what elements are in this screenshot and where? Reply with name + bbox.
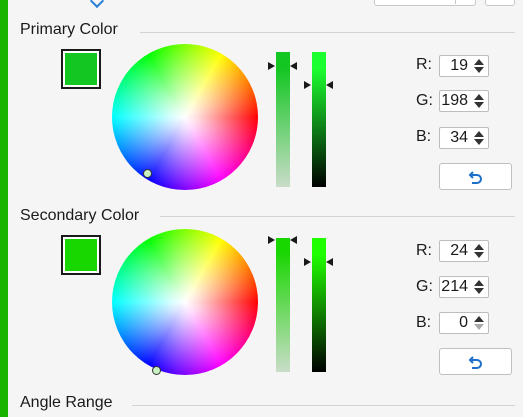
secondary-saturation-marker-left[interactable]	[268, 236, 275, 244]
section-divider	[140, 32, 515, 33]
section-title-primary: Primary Color	[20, 21, 118, 38]
secondary-r-value[interactable]: 24	[450, 242, 468, 260]
secondary-b-input[interactable]: 0	[439, 312, 489, 334]
primary-color-swatch[interactable]	[61, 49, 101, 89]
spin-down-icon[interactable]	[474, 139, 484, 145]
spin-up-icon[interactable]	[474, 59, 484, 65]
spin-down-icon[interactable]	[474, 67, 484, 73]
spin-down-icon[interactable]	[474, 252, 484, 258]
secondary-g-value[interactable]: 214	[441, 278, 468, 296]
secondary-brightness-marker-left[interactable]	[304, 258, 311, 266]
top-button[interactable]	[485, 0, 515, 6]
secondary-b-value[interactable]: 0	[459, 314, 468, 332]
secondary-saturation-slider[interactable]	[276, 238, 290, 372]
primary-reset-button[interactable]	[439, 163, 512, 190]
secondary-g-input[interactable]: 214	[439, 276, 489, 298]
primary-color-wheel[interactable]	[112, 44, 258, 190]
primary-wheel-handle[interactable]	[143, 169, 152, 178]
secondary-swatch-fill	[65, 239, 97, 271]
secondary-reset-button[interactable]	[439, 348, 512, 375]
left-accent-strip	[0, 0, 8, 417]
spin-up-icon[interactable]	[474, 280, 484, 286]
section-title-angle-range: Angle Range	[20, 394, 113, 411]
secondary-r-label: R:	[416, 242, 432, 259]
spin-down-icon[interactable]	[474, 288, 484, 294]
primary-g-value[interactable]: 198	[441, 92, 468, 110]
primary-r-input[interactable]: 19	[439, 55, 489, 77]
section-title-secondary: Secondary Color	[20, 207, 140, 224]
primary-brightness-marker-left[interactable]	[304, 81, 311, 89]
primary-g-label: G:	[416, 92, 433, 109]
primary-saturation-slider[interactable]	[276, 52, 290, 187]
primary-g-input[interactable]: 198	[439, 90, 489, 112]
undo-arrow-icon	[468, 171, 482, 184]
spin-up-icon[interactable]	[474, 316, 484, 322]
primary-swatch-fill	[65, 53, 97, 85]
top-dropdown-arrow[interactable]	[455, 0, 475, 4]
primary-r-label: R:	[416, 56, 432, 73]
primary-b-value[interactable]: 34	[450, 129, 468, 147]
primary-saturation-marker-left[interactable]	[268, 62, 275, 70]
section-divider	[160, 216, 515, 217]
primary-b-input[interactable]: 34	[439, 127, 489, 149]
primary-b-label: B:	[416, 128, 432, 145]
primary-brightness-slider[interactable]	[312, 52, 326, 187]
secondary-brightness-marker-right[interactable]	[326, 258, 333, 266]
primary-r-value[interactable]: 19	[450, 57, 468, 75]
chevron-down-icon[interactable]	[89, 0, 105, 9]
secondary-color-wheel[interactable]	[112, 229, 258, 375]
spin-up-icon[interactable]	[474, 94, 484, 100]
spin-down-icon	[474, 324, 484, 330]
section-divider	[132, 405, 515, 406]
primary-brightness-marker-right[interactable]	[326, 81, 333, 89]
undo-arrow-icon	[468, 356, 482, 369]
spin-down-icon[interactable]	[474, 102, 484, 108]
secondary-brightness-slider[interactable]	[312, 238, 326, 372]
spin-up-icon[interactable]	[474, 131, 484, 137]
secondary-b-label: B:	[416, 314, 432, 331]
secondary-wheel-handle[interactable]	[152, 366, 161, 375]
primary-saturation-marker-right[interactable]	[290, 62, 297, 70]
secondary-r-input[interactable]: 24	[439, 240, 489, 262]
secondary-saturation-marker-right[interactable]	[290, 236, 297, 244]
spin-up-icon[interactable]	[474, 244, 484, 250]
secondary-color-swatch[interactable]	[61, 235, 101, 275]
secondary-g-label: G:	[416, 278, 433, 295]
